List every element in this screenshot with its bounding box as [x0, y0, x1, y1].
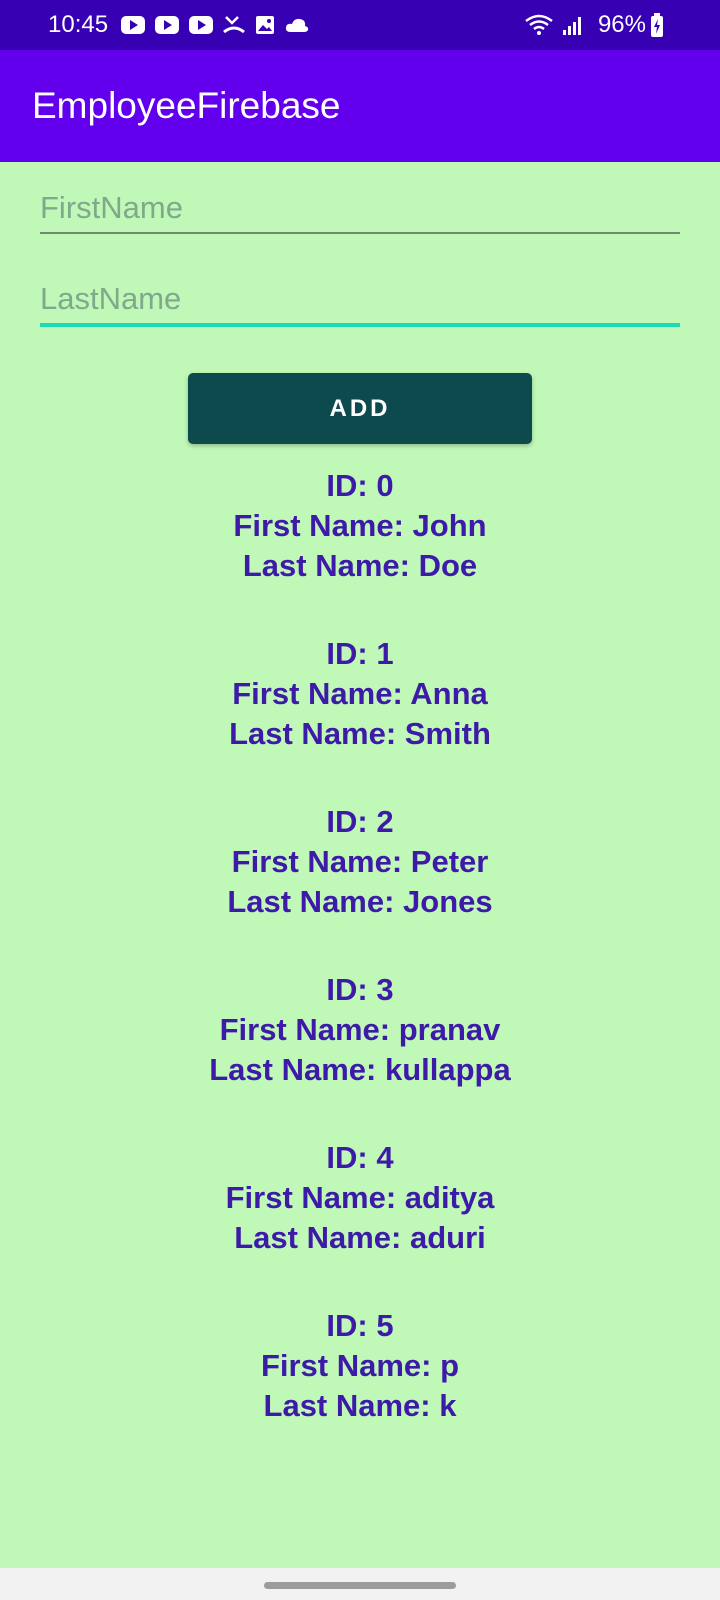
youtube-icon: [120, 15, 146, 35]
navigation-bar: [0, 1568, 720, 1600]
list-item: ID: 1 First Name: Anna Last Name: Smith: [0, 632, 720, 800]
last-name-input[interactable]: [40, 281, 680, 323]
list-item: ID: 3 First Name: pranav Last Name: kull…: [0, 968, 720, 1136]
employee-first-name: First Name: pranav: [219, 1012, 501, 1047]
employee-first-name: First Name: John: [233, 508, 487, 543]
battery-charging-icon: [650, 13, 664, 37]
youtube-icon: [154, 15, 180, 35]
battery-percentage: 96%: [597, 11, 646, 38]
employee-last-name: Last Name: Doe: [242, 548, 478, 583]
employee-first-name: First Name: p: [260, 1348, 460, 1383]
list-item: ID: 5 First Name: p Last Name: k: [0, 1304, 720, 1472]
app-title: EmployeeFirebase: [32, 85, 341, 126]
first-name-underline: [40, 232, 680, 234]
employee-last-name: Last Name: Smith: [229, 716, 491, 751]
add-button[interactable]: ADD: [188, 373, 532, 444]
app-bar: EmployeeFirebase: [0, 50, 720, 162]
missed-call-icon: [222, 14, 246, 36]
youtube-icon: [188, 15, 214, 35]
status-bar: 10:45 96%: [0, 0, 720, 50]
list-item: ID: 0 First Name: John Last Name: Doe: [0, 464, 720, 632]
employee-last-name: Last Name: Jones: [227, 884, 493, 919]
home-gesture-handle[interactable]: [264, 1582, 456, 1589]
gallery-icon: [254, 14, 276, 36]
status-time: 10:45: [48, 11, 109, 38]
employee-list: ID: 0 First Name: John Last Name: Doe ID…: [0, 464, 720, 1472]
employee-id: ID: 2: [326, 804, 394, 839]
employee-id: ID: 1: [326, 636, 394, 671]
employee-first-name: First Name: aditya: [225, 1180, 495, 1215]
employee-id: ID: 4: [326, 1140, 394, 1175]
signal-icon: [562, 15, 584, 35]
list-item: ID: 4 First Name: aditya Last Name: adur…: [0, 1136, 720, 1304]
employee-id: ID: 3: [326, 972, 394, 1007]
wifi-icon: [524, 14, 554, 36]
last-name-field: [40, 281, 680, 327]
employee-first-name: First Name: Anna: [232, 676, 488, 711]
cloud-icon: [284, 16, 310, 34]
employee-last-name: Last Name: aduri: [234, 1220, 486, 1255]
employee-id: ID: 5: [326, 1308, 394, 1343]
last-name-underline: [40, 323, 680, 327]
employee-last-name: Last Name: k: [263, 1388, 457, 1423]
list-item: ID: 2 First Name: Peter Last Name: Jones: [0, 800, 720, 968]
first-name-input[interactable]: [40, 190, 680, 232]
status-right: 96%: [524, 11, 672, 39]
employee-last-name: Last Name: kullappa: [209, 1052, 511, 1087]
employee-id: ID: 0: [326, 468, 394, 503]
first-name-field: [40, 190, 680, 234]
status-left: 10:45: [48, 11, 318, 39]
employee-first-name: First Name: Peter: [231, 844, 489, 879]
